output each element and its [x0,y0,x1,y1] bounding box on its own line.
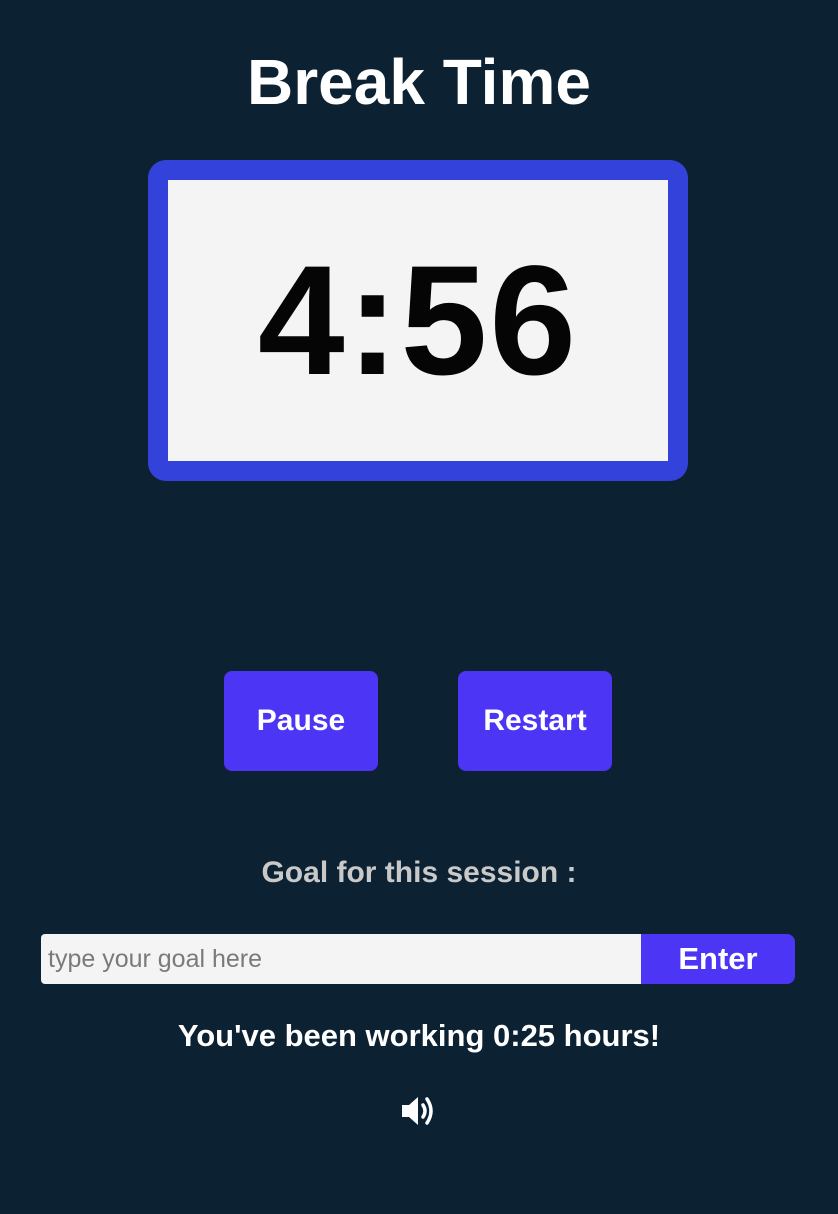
timer-screen: 4:56 [168,180,668,461]
goal-label: Goal for this session : [261,856,577,889]
restart-button[interactable]: Restart [458,671,612,771]
volume-icon-graphic [402,1097,433,1125]
pause-button[interactable]: Pause [224,671,378,771]
pomodoro-page: Break Time 4:56 Pause Restart Goal for t… [0,0,838,1214]
enter-button[interactable]: Enter [641,934,795,984]
timer-countdown: 4:56 [257,233,579,408]
goal-input[interactable] [41,934,641,984]
goal-form: Enter [41,934,795,984]
page-title: Break Time [247,46,591,118]
timer-frame: 4:56 [148,160,688,481]
volume-icon[interactable] [398,1090,440,1132]
working-time-message: You've been working 0:25 hours! [177,1018,661,1053]
